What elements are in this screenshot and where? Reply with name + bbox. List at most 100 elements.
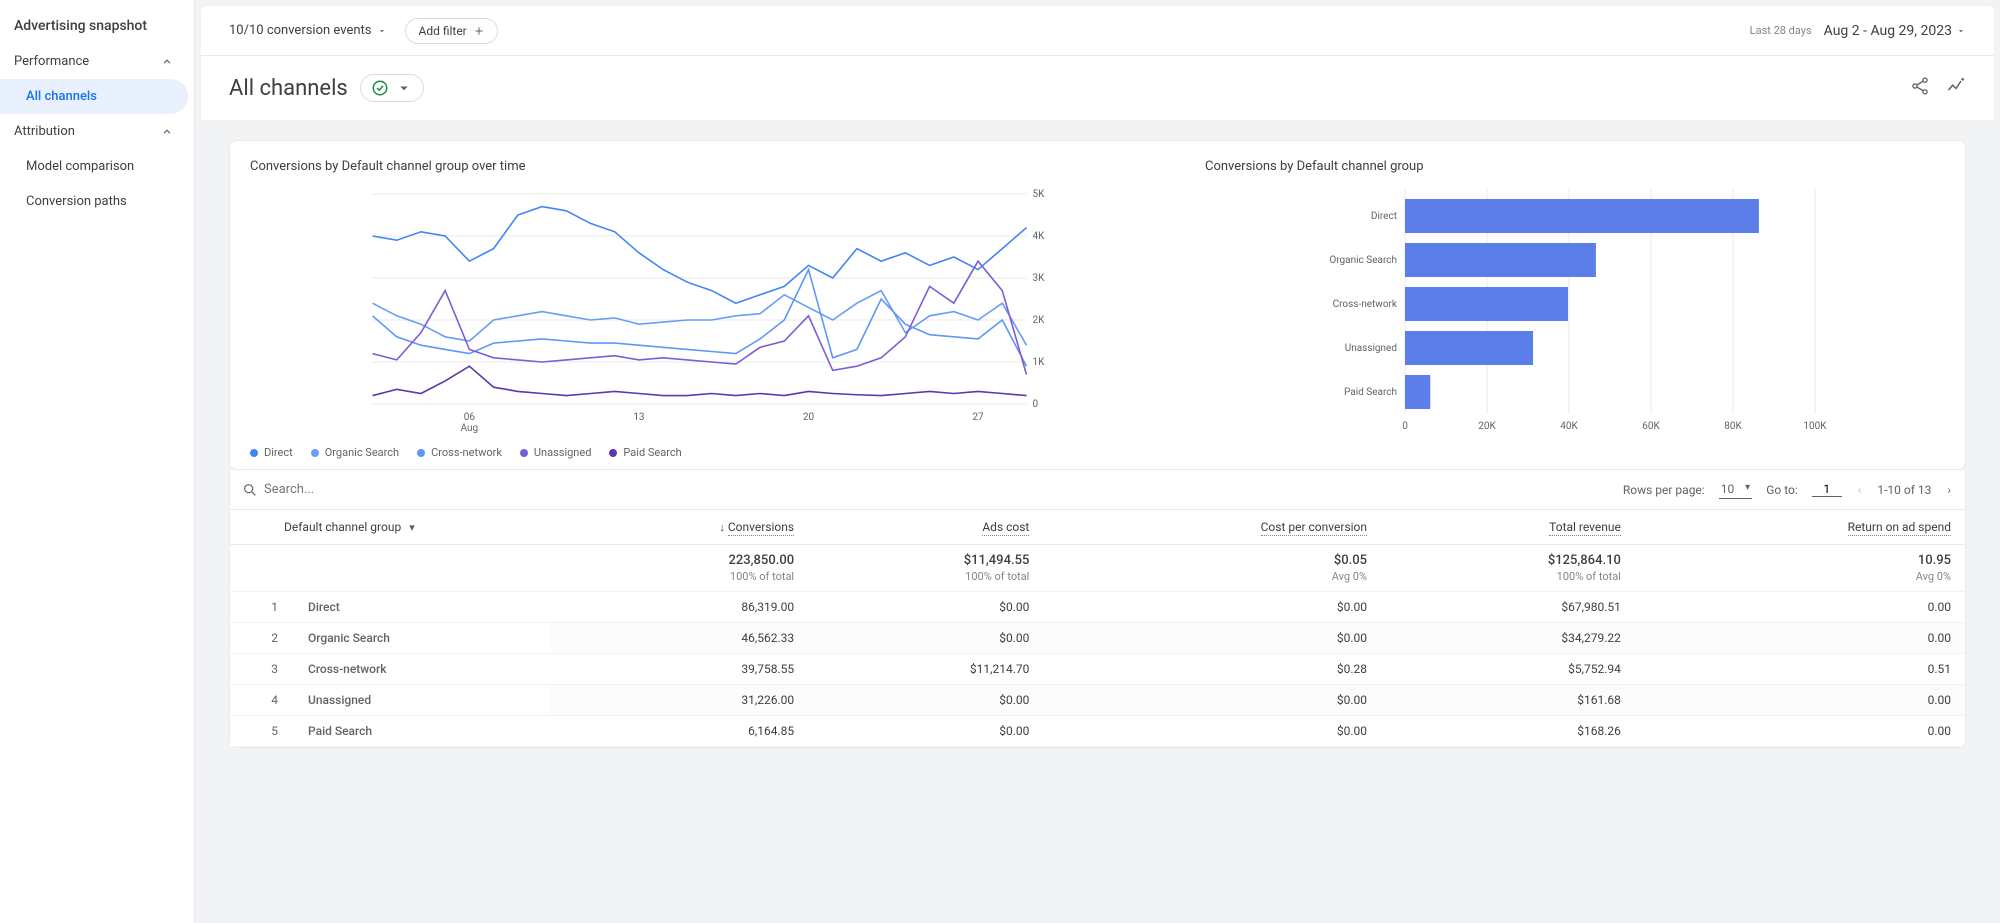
- svg-text:20: 20: [803, 412, 815, 423]
- sidebar-section-performance[interactable]: Performance: [0, 44, 188, 79]
- svg-text:Cross-network: Cross-network: [1333, 299, 1398, 310]
- add-filter-label: Add filter: [418, 24, 466, 38]
- svg-text:13: 13: [633, 412, 644, 423]
- series-line-organic-search[interactable]: [373, 291, 1027, 346]
- legend-item[interactable]: Unassigned: [520, 446, 592, 459]
- col-roas[interactable]: Return on ad spend: [1635, 510, 1965, 545]
- page-title: All channels: [229, 76, 348, 101]
- table-search-input[interactable]: [264, 482, 464, 497]
- table-cell: $5,752.94: [1381, 654, 1635, 685]
- sidebar-item-label: All channels: [26, 89, 97, 104]
- table-cell: 31,226.00: [550, 685, 808, 716]
- rows-per-page-label: Rows per page:: [1623, 483, 1705, 497]
- svg-text:27: 27: [972, 412, 984, 423]
- svg-text:2K: 2K: [1033, 315, 1046, 326]
- table-cell: 0.00: [1635, 623, 1965, 654]
- svg-text:Unassigned: Unassigned: [1345, 343, 1397, 354]
- col-total-revenue[interactable]: Total revenue: [1381, 510, 1635, 545]
- svg-text:100K: 100K: [1803, 421, 1827, 432]
- svg-text:0: 0: [1402, 421, 1408, 432]
- col-conversions[interactable]: ↓Conversions: [550, 510, 808, 545]
- sidebar-section-attribution[interactable]: Attribution: [0, 114, 188, 149]
- table-row[interactable]: 5Paid Search6,164.85$0.00$0.00$168.260.0…: [230, 716, 1965, 747]
- sort-down-icon: ↓: [719, 521, 725, 534]
- share-icon: [1910, 76, 1930, 96]
- sidebar-item-conversion-paths[interactable]: Conversion paths: [0, 184, 188, 219]
- row-name[interactable]: Cross-network: [308, 662, 386, 676]
- table-row[interactable]: 2Organic Search46,562.33$0.00$0.00$34,27…: [230, 623, 1965, 654]
- table-row[interactable]: 3Cross-network39,758.55$11,214.70$0.28$5…: [230, 654, 1965, 685]
- rows-per-page-select[interactable]: 10: [1719, 480, 1753, 499]
- row-name[interactable]: Unassigned: [308, 693, 371, 707]
- col-ads-cost[interactable]: Ads cost: [808, 510, 1043, 545]
- bar-paid-search[interactable]: [1405, 375, 1430, 409]
- sidebar-section-label: Performance: [14, 54, 89, 69]
- table-cell: 0.00: [1635, 592, 1965, 623]
- table-cell: 86,319.00: [550, 592, 808, 623]
- table-cell: 39,758.55: [550, 654, 808, 685]
- caret-down-icon: [395, 79, 413, 97]
- plus-icon: [473, 25, 485, 37]
- line-chart[interactable]: 01K2K3K4K5K06Aug132027: [250, 184, 1175, 434]
- goto-input[interactable]: [1812, 482, 1842, 497]
- page-prev-button[interactable]: ‹: [1856, 483, 1864, 497]
- bar-chart[interactable]: 020K40K60K80K100KDirectOrganic SearchCro…: [1205, 184, 1945, 434]
- sidebar-item-model-comparison[interactable]: Model comparison: [0, 149, 188, 184]
- dimension-picker[interactable]: Default channel group ▾: [244, 520, 536, 534]
- sidebar-item-all-channels[interactable]: All channels: [0, 79, 188, 114]
- bar-direct[interactable]: [1405, 199, 1759, 233]
- add-filter-button[interactable]: Add filter: [405, 18, 497, 44]
- insights-button[interactable]: [1946, 76, 1966, 100]
- row-name[interactable]: Organic Search: [308, 631, 390, 645]
- svg-text:Paid Search: Paid Search: [1344, 387, 1397, 398]
- row-name[interactable]: Direct: [308, 600, 340, 614]
- legend-item[interactable]: Cross-network: [417, 446, 502, 459]
- share-button[interactable]: [1910, 76, 1930, 100]
- legend-item[interactable]: Paid Search: [609, 446, 681, 459]
- table-row[interactable]: 4Unassigned31,226.00$0.00$0.00$161.680.0…: [230, 685, 1965, 716]
- bar-organic-search[interactable]: [1405, 243, 1596, 277]
- legend-item[interactable]: Direct: [250, 446, 293, 459]
- totals-cell: 223,850.00100% of total: [550, 545, 808, 592]
- col-cost-per-conversion[interactable]: Cost per conversion: [1043, 510, 1381, 545]
- bar-unassigned[interactable]: [1405, 331, 1533, 365]
- title-row: All channels: [201, 56, 1994, 120]
- legend-item[interactable]: Organic Search: [311, 446, 399, 459]
- bar-chart-title: Conversions by Default channel group: [1205, 159, 1945, 174]
- page-next-button[interactable]: ›: [1945, 483, 1953, 497]
- totals-cell: $11,494.55100% of total: [808, 545, 1043, 592]
- totals-cell: 10.95Avg 0%: [1635, 545, 1965, 592]
- row-name[interactable]: Paid Search: [308, 724, 372, 738]
- charts-card: Conversions by Default channel group ove…: [229, 140, 1966, 470]
- series-line-cross-network[interactable]: [373, 270, 1027, 367]
- bar-cross-network[interactable]: [1405, 287, 1568, 321]
- table-cell: $0.00: [1043, 623, 1381, 654]
- table-cell: 0.00: [1635, 716, 1965, 747]
- date-range-picker[interactable]: Aug 2 - Aug 29, 2023: [1824, 23, 1966, 39]
- dimension-label: Default channel group: [284, 520, 401, 534]
- legend-label: Paid Search: [623, 446, 681, 459]
- table-row[interactable]: 1Direct86,319.00$0.00$0.00$67,980.510.00: [230, 592, 1965, 623]
- table-cell: $0.28: [1043, 654, 1381, 685]
- table-cell: $0.00: [808, 685, 1043, 716]
- legend-swatch: [311, 449, 319, 457]
- svg-text:20K: 20K: [1478, 421, 1496, 432]
- table-cell: $168.26: [1381, 716, 1635, 747]
- totals-cell: $125,864.10100% of total: [1381, 545, 1635, 592]
- chevron-up-icon: [160, 55, 174, 69]
- sidebar-item-label: Model comparison: [26, 159, 134, 174]
- table-card: Rows per page: 10 Go to: ‹ 1-10 of 13 ›: [229, 470, 1966, 748]
- chevron-up-icon: [160, 125, 174, 139]
- conversion-events-dropdown[interactable]: 10/10 conversion events: [229, 23, 387, 38]
- segment-picker[interactable]: [360, 74, 424, 102]
- totals-cell: $0.05Avg 0%: [1043, 545, 1381, 592]
- search-icon: [242, 482, 258, 498]
- table-cell: $0.00: [808, 623, 1043, 654]
- series-line-paid-search[interactable]: [373, 366, 1027, 395]
- svg-text:40K: 40K: [1560, 421, 1578, 432]
- legend-swatch: [250, 449, 258, 457]
- topbar: 10/10 conversion events Add filter Last …: [201, 6, 1994, 56]
- sidebar-title[interactable]: Advertising snapshot: [0, 8, 194, 44]
- svg-text:Aug: Aug: [461, 423, 479, 434]
- date-range-prefix: Last 28 days: [1750, 24, 1812, 37]
